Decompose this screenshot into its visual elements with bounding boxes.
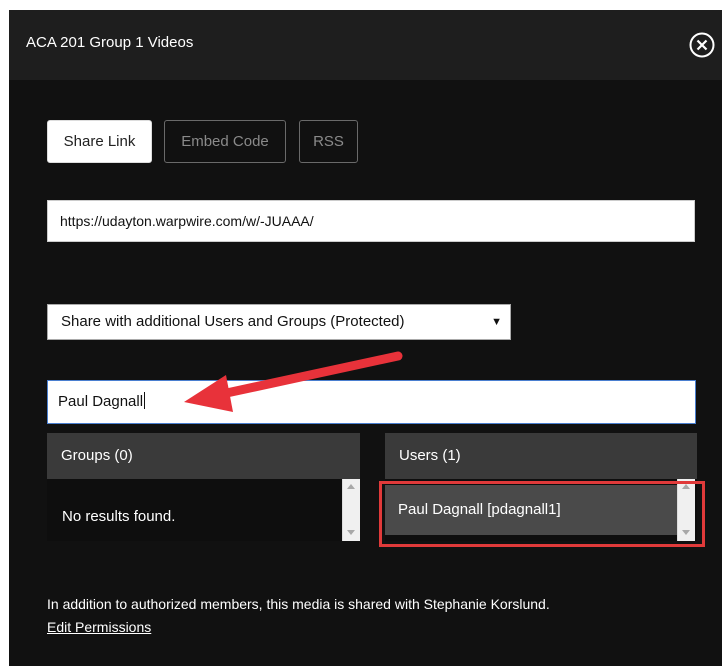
scroll-down-icon[interactable]	[347, 530, 355, 535]
user-search-value: Paul Dagnall	[58, 393, 144, 410]
users-scrollbar[interactable]	[677, 479, 695, 541]
user-search-input[interactable]: Paul Dagnall	[47, 380, 696, 424]
dialog-title: ACA 201 Group 1 Videos	[26, 34, 194, 51]
scroll-up-icon[interactable]	[347, 484, 355, 489]
tab-share-link[interactable]: Share Link	[47, 120, 152, 163]
user-result-item[interactable]: Paul Dagnall [pdagnall1]	[385, 485, 677, 535]
tab-rss[interactable]: RSS	[299, 120, 358, 163]
tab-embed-code[interactable]: Embed Code	[164, 120, 286, 163]
close-icon[interactable]	[688, 31, 716, 59]
groups-panel-header: Groups (0)	[47, 433, 360, 479]
edit-permissions-link[interactable]: Edit Permissions	[47, 619, 151, 635]
users-panel-header: Users (1)	[385, 433, 697, 479]
share-url-field[interactable]: https://udayton.warpwire.com/w/-JUAAA/	[47, 200, 695, 242]
users-results: Paul Dagnall [pdagnall1]	[385, 479, 697, 541]
dialog-header: ACA 201 Group 1 Videos	[9, 10, 722, 80]
share-dialog: ACA 201 Group 1 Videos Share Link Embed …	[9, 10, 722, 666]
groups-results: No results found.	[47, 479, 360, 541]
share-permission-select[interactable]: Share with additional Users and Groups (…	[47, 304, 511, 340]
dropdown-arrow-icon: ▼	[491, 316, 502, 328]
text-caret	[144, 392, 146, 409]
share-permission-selected: Share with additional Users and Groups (…	[61, 313, 405, 330]
groups-empty-message: No results found.	[62, 508, 176, 525]
shared-with-note: In addition to authorized members, this …	[47, 596, 550, 612]
groups-scrollbar[interactable]	[342, 479, 360, 541]
scroll-up-icon[interactable]	[682, 484, 690, 489]
scroll-down-icon[interactable]	[682, 530, 690, 535]
